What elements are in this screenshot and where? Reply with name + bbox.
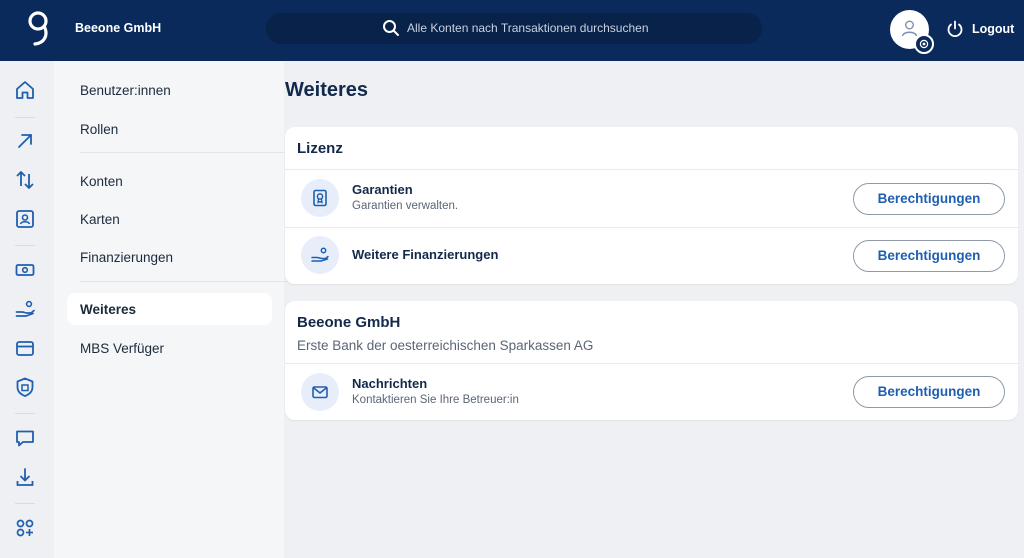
subnav-item-rollen[interactable]: Rollen: [80, 122, 118, 137]
row-title: Garantien: [352, 182, 413, 197]
row-description: Kontaktieren Sie Ihre Betreuer:in: [352, 394, 519, 406]
power-icon: [947, 20, 963, 38]
subnav-item-mbs-verfueger[interactable]: MBS Verfüger: [80, 341, 164, 356]
row-icon-circle: [301, 236, 339, 274]
subnav-item-konten[interactable]: Konten: [80, 174, 123, 189]
row-divider: [285, 363, 1018, 364]
row-title: Nachrichten: [352, 376, 428, 391]
chat-icon[interactable]: [14, 427, 36, 449]
shield-icon[interactable]: [14, 376, 36, 398]
top-bar: Beeone GmbH Alle Konten nach Transaktion…: [0, 0, 1024, 61]
search-input[interactable]: Alle Konten nach Transaktionen durchsuch…: [266, 13, 762, 44]
subnav-divider: [80, 152, 312, 153]
card-title: Lizenz: [297, 140, 343, 157]
subnav-item-karten[interactable]: Karten: [80, 212, 120, 227]
row-divider: [285, 227, 1018, 228]
mail-icon: [312, 386, 328, 399]
guarantee-icon: [313, 189, 327, 207]
license-card: Lizenz Garantien Garantien verwalten. Be…: [285, 127, 1018, 284]
gear-icon: [919, 39, 929, 49]
search-placeholder: Alle Konten nach Transaktionen durchsuch…: [407, 21, 649, 35]
user-icon: [901, 20, 918, 37]
permissions-button-messages[interactable]: Berechtigungen: [853, 376, 1005, 408]
company-name: Beeone GmbH: [75, 21, 162, 35]
subnav-item-label: Weiteres: [80, 302, 137, 317]
row-title: Weitere Finanzierungen: [352, 247, 499, 262]
home-icon[interactable]: [14, 79, 36, 101]
download-icon[interactable]: [14, 466, 36, 488]
logout-button[interactable]: Logout: [946, 19, 1016, 39]
banknote-icon[interactable]: [14, 259, 36, 281]
apps-plus-icon[interactable]: [14, 517, 36, 539]
subnav-divider: [80, 281, 312, 282]
transfer-arrows-icon[interactable]: [14, 169, 36, 191]
avatar[interactable]: [890, 10, 934, 54]
subnav-item-finanzierungen[interactable]: Finanzierungen: [80, 250, 173, 265]
rail-divider: [15, 245, 35, 246]
icon-rail: [0, 61, 54, 558]
card-title: Beeone GmbH: [297, 314, 401, 331]
search-icon: [383, 20, 399, 36]
logout-label: Logout: [972, 22, 1015, 36]
george-logo-icon[interactable]: [24, 10, 52, 48]
card-icon[interactable]: [14, 337, 36, 359]
row-description: Garantien verwalten.: [352, 200, 459, 212]
page-title: Weiteres: [285, 79, 369, 101]
company-card: Beeone GmbH Erste Bank der oesterreichis…: [285, 301, 1018, 420]
rail-divider: [15, 117, 35, 118]
row-icon-circle: [301, 179, 339, 217]
subnav-item-weiteres[interactable]: Weiteres: [67, 293, 272, 325]
rail-divider: [15, 503, 35, 504]
hand-money-icon: [311, 247, 329, 262]
rail-divider: [15, 413, 35, 414]
permissions-button-guarantees[interactable]: Berechtigungen: [853, 183, 1005, 215]
card-subtitle: Erste Bank der oesterreichischen Sparkas…: [297, 338, 594, 353]
permissions-button-financing[interactable]: Berechtigungen: [853, 240, 1005, 272]
hand-money-icon[interactable]: [14, 298, 36, 320]
row-icon-circle: [301, 373, 339, 411]
arrow-up-right-icon[interactable]: [14, 130, 36, 152]
contact-card-icon[interactable]: [14, 208, 36, 230]
row-divider: [285, 169, 1018, 170]
subnav-item-benutzer[interactable]: Benutzer:innen: [80, 83, 171, 98]
settings-badge[interactable]: [914, 34, 934, 54]
